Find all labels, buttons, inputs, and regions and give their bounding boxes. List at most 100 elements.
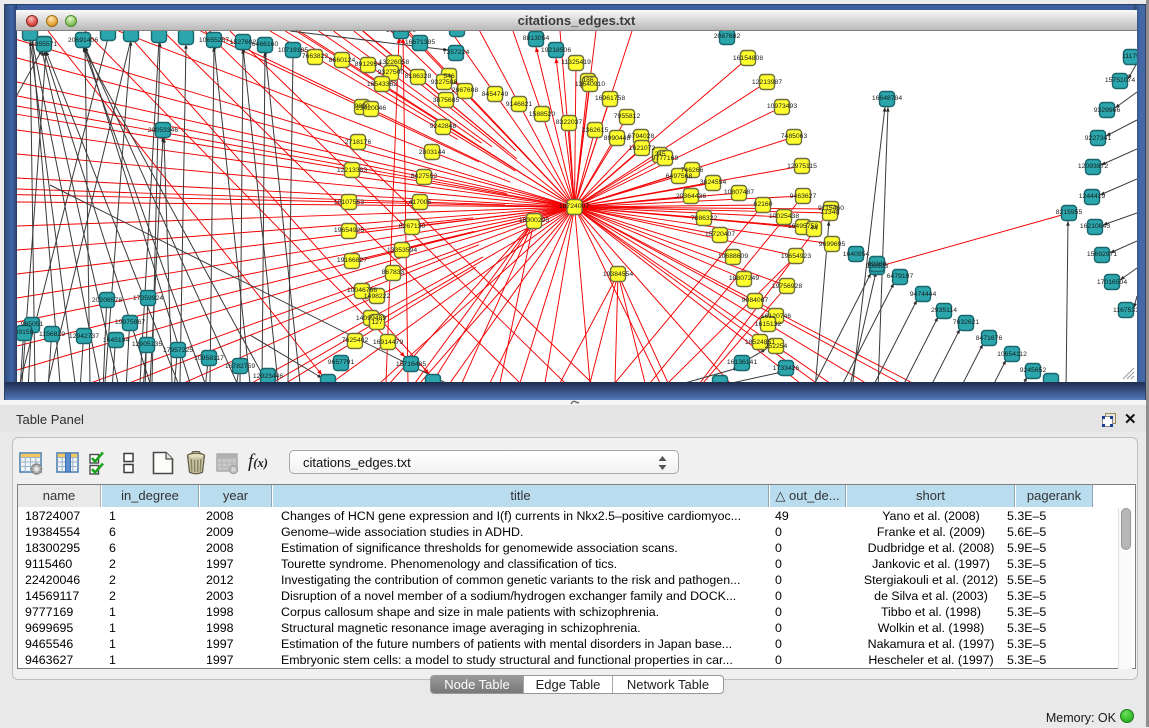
svg-text:12923446: 12923446 [253, 373, 283, 380]
svg-text:8215955: 8215955 [1056, 209, 1083, 216]
svg-text:18807249: 18807249 [729, 275, 759, 282]
svg-text:1615132: 1615132 [755, 321, 782, 328]
svg-text:12213987: 12213987 [752, 79, 782, 86]
svg-text:17016504: 17016504 [1097, 279, 1127, 286]
svg-text:7625402: 7625402 [342, 337, 369, 344]
svg-text:1244419: 1244419 [1079, 193, 1106, 200]
svg-text:16671385: 16671385 [405, 39, 435, 46]
svg-text:8322037: 8322037 [556, 119, 583, 126]
svg-text:417006: 417006 [409, 199, 432, 206]
svg-text:7663822: 7663822 [302, 53, 329, 60]
svg-text:1640954: 1640954 [843, 251, 870, 258]
svg-text:8813054: 8813054 [523, 35, 550, 42]
svg-text:10025438: 10025438 [769, 213, 799, 220]
svg-text:7955812: 7955812 [614, 113, 641, 120]
svg-text:16210643: 16210643 [1080, 223, 1110, 230]
svg-text:1733426: 1733426 [773, 365, 800, 372]
svg-text:6794028: 6794028 [628, 133, 655, 140]
svg-text:16120746: 16120746 [761, 313, 791, 320]
svg-text:9327508: 9327508 [431, 79, 458, 86]
svg-text:9146821: 9146821 [506, 101, 533, 108]
svg-text:9699695: 9699695 [819, 241, 846, 248]
svg-text:9084067: 9084067 [742, 297, 769, 304]
svg-text:8660124: 8660124 [329, 57, 356, 64]
svg-text:8186328: 8186328 [405, 73, 432, 80]
svg-text:9463627: 9463627 [790, 193, 817, 200]
svg-text:8454749: 8454749 [482, 91, 509, 98]
svg-text:13353594: 13353594 [387, 247, 417, 254]
svg-text:16543362: 16543362 [367, 81, 397, 88]
svg-text:252254: 252254 [765, 343, 788, 350]
svg-text:2055571: 2055571 [31, 41, 58, 48]
svg-text:2935114: 2935114 [931, 307, 957, 314]
svg-text:7886322: 7886322 [691, 215, 718, 222]
svg-text:8912954: 8912954 [355, 61, 382, 68]
svg-text:10655267: 10655267 [199, 37, 229, 44]
svg-text:16154808: 16154808 [733, 55, 763, 62]
svg-text:9245652: 9245652 [1020, 367, 1047, 374]
svg-text:8427552: 8427552 [411, 173, 438, 180]
svg-text:10107553: 10107553 [334, 199, 364, 206]
svg-text:9242848: 9242848 [430, 123, 457, 130]
svg-text:18724007: 18724007 [559, 203, 589, 210]
svg-text:6466160: 6466160 [252, 41, 279, 48]
svg-text:7632621: 7632621 [953, 319, 980, 326]
svg-text:11340: 11340 [821, 209, 840, 216]
svg-text:20691406: 20691406 [68, 37, 98, 44]
svg-text:127: 127 [371, 319, 383, 326]
svg-text:16648784: 16648784 [872, 95, 902, 102]
svg-text:89388: 89388 [868, 261, 887, 268]
svg-text:19654925: 19654925 [334, 227, 364, 234]
svg-text:2867608: 2867608 [452, 87, 479, 94]
svg-text:10958117: 10958117 [194, 355, 224, 362]
svg-text:17359924: 17359924 [133, 295, 163, 302]
svg-text:16053809: 16053809 [386, 31, 416, 34]
svg-text:1156829: 1156829 [39, 331, 65, 338]
svg-text:9329966: 9329966 [1094, 107, 1121, 114]
svg-text:3624554: 3624554 [700, 179, 727, 186]
svg-text:1645194: 1645194 [103, 337, 130, 344]
svg-text:19166827: 19166827 [337, 257, 367, 264]
svg-text:2087682: 2087682 [714, 33, 741, 40]
svg-text:9327500: 9327500 [378, 69, 405, 76]
svg-text:16961758: 16961758 [595, 95, 625, 102]
svg-text:9474444: 9474444 [910, 291, 937, 298]
svg-text:10654112: 10654112 [997, 351, 1027, 358]
svg-text:3875685: 3875685 [433, 97, 460, 104]
svg-text:8471676: 8471676 [976, 335, 1003, 342]
svg-text:12942737: 12942737 [69, 333, 99, 340]
svg-text:9777169: 9777169 [652, 155, 679, 162]
svg-text:44: 44 [810, 225, 818, 232]
svg-text:12905135: 12905135 [132, 341, 162, 348]
svg-text:10973493: 10973493 [767, 103, 797, 110]
svg-text:2718176: 2718176 [345, 139, 372, 146]
svg-text:62160: 62160 [754, 201, 773, 208]
svg-text:16914479: 16914479 [373, 339, 403, 346]
svg-text:12975115: 12975115 [787, 163, 817, 170]
svg-text:10688609: 10688609 [718, 253, 748, 260]
svg-text:7357224: 7357224 [443, 49, 470, 56]
svg-text:39159: 39159 [17, 329, 34, 336]
svg-text:23420046: 23420046 [356, 105, 386, 112]
svg-text:16136141: 16136141 [727, 359, 757, 366]
svg-text:17957225: 17957225 [163, 347, 193, 354]
svg-text:15692971: 15692971 [1087, 251, 1117, 258]
svg-text:10807487: 10807487 [724, 189, 754, 196]
svg-text:7485063: 7485063 [781, 133, 808, 140]
svg-text:1167533: 1167533 [1113, 307, 1137, 314]
svg-text:19756928: 19756928 [772, 283, 802, 290]
svg-text:1588520: 1588520 [529, 111, 556, 118]
svg-text:19975867: 19975867 [115, 319, 145, 326]
svg-text:1621072: 1621072 [629, 145, 656, 152]
svg-text:9227341: 9227341 [1085, 135, 1112, 142]
svg-text:19654923: 19654923 [781, 253, 811, 260]
svg-text:8990448: 8990448 [604, 135, 631, 142]
svg-text:13226058: 13226058 [379, 59, 409, 66]
svg-text:1498222: 1498222 [364, 293, 391, 300]
svg-text:20053346: 20053346 [148, 127, 178, 134]
svg-text:12213383: 12213383 [337, 167, 367, 174]
svg-text:15716485: 15716485 [396, 361, 426, 368]
svg-text:6479197: 6479197 [887, 273, 914, 280]
svg-text:18300295: 18300295 [519, 217, 549, 224]
svg-text:9657791: 9657791 [328, 359, 355, 366]
